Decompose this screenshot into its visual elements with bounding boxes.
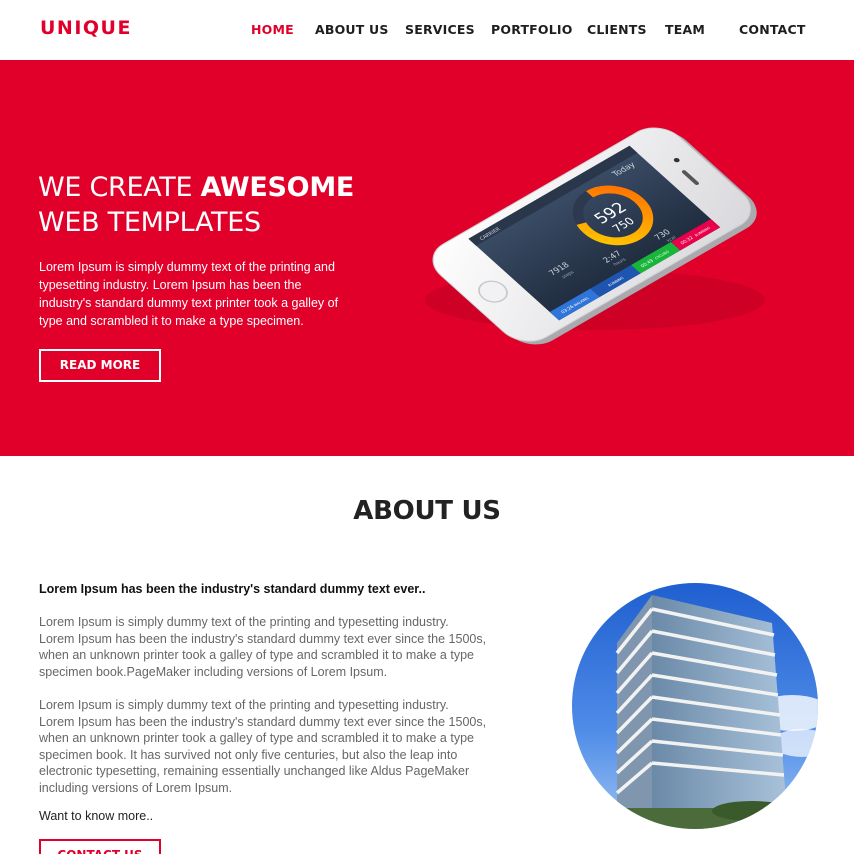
about-more-text: Want to know more.. [39, 809, 154, 823]
about-title: ABOUT US [353, 496, 501, 526]
hero-text: Lorem Ipsum is simply dummy text of the … [39, 260, 339, 328]
about-paragraph-2: Lorem Ipsum is simply dummy text of the … [39, 698, 487, 795]
hero-title-bold: AWESOME [200, 172, 355, 203]
building-illustration [572, 583, 818, 829]
nav-about-us[interactable]: ABOUT US [315, 22, 389, 37]
nav-clients[interactable]: CLIENTS [587, 22, 647, 37]
hero-title-light: WE CREATE [38, 172, 201, 203]
nav-portfolio[interactable]: PORTFOLIO [491, 22, 573, 37]
nav-services[interactable]: SERVICES [405, 22, 475, 37]
main-nav: HOME ABOUT US SERVICES PORTFOLIO CLIENTS… [0, 22, 854, 38]
read-more-button[interactable]: READ MORE [39, 349, 161, 382]
phone-image: CARRIER Today 592 750 7918 steps 2:47 ho… [405, 100, 775, 360]
nav-home[interactable]: HOME [251, 22, 294, 37]
nav-contact[interactable]: CONTACT [739, 22, 806, 37]
hero-title-line2: WEB TEMPLATES [38, 207, 261, 238]
site-header: UNIQUE HOME ABOUT US SERVICES PORTFOLIO … [0, 0, 854, 60]
building-image [572, 583, 818, 829]
nav-team[interactable]: TEAM [665, 22, 705, 37]
about-paragraph-1: Lorem Ipsum is simply dummy text of the … [39, 615, 487, 679]
about-lead: Lorem Ipsum has been the industry's stan… [39, 582, 426, 596]
hero-section: WE CREATE AWESOME WEB TEMPLATES Lorem Ip… [0, 60, 854, 456]
contact-us-button[interactable]: CONTACT US [39, 839, 161, 854]
phone-illustration: CARRIER Today 592 750 7918 steps 2:47 ho… [425, 127, 765, 345]
hero-title: WE CREATE AWESOME WEB TEMPLATES [38, 170, 354, 240]
